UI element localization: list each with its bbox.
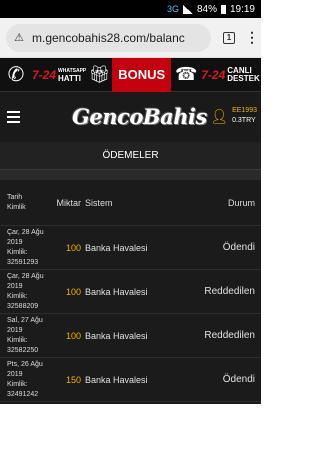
hamburger-menu-icon[interactable] bbox=[7, 111, 20, 123]
header-id: Kimlik bbox=[7, 203, 26, 211]
header-system: Sistem bbox=[85, 197, 113, 208]
row-status: Reddedilen bbox=[204, 330, 255, 341]
row-amount: 100 bbox=[65, 330, 81, 341]
header-status: Durum bbox=[227, 197, 255, 208]
header-amount: Miktar bbox=[56, 197, 82, 208]
table-row: Çar, 28 Ağu 2019 Kimlik: 32588209 100 Ba… bbox=[0, 270, 261, 314]
whatsapp-icon[interactable]: ✆ bbox=[0, 58, 32, 92]
clock: 19:19 bbox=[229, 3, 255, 15]
tab-switcher-button[interactable]: 1 bbox=[223, 31, 235, 44]
browser-toolbar: ⚠ m.gencobahis28.com/balanc 1 ⋮ bbox=[0, 18, 261, 58]
address-bar[interactable]: ⚠ m.gencobahis28.com/balanc bbox=[6, 23, 211, 52]
bonus-button[interactable]: BONUS bbox=[112, 57, 172, 92]
row-system: Banka Havalesi bbox=[85, 330, 148, 341]
whatsapp-line2: HATTI bbox=[58, 73, 81, 83]
site-logo[interactable]: GencoBahis bbox=[72, 104, 207, 129]
page-blank-area bbox=[0, 404, 261, 463]
url-text[interactable]: m.gencobahis28.com/balanc bbox=[32, 31, 185, 45]
user-icon: 👤︎ bbox=[210, 107, 229, 124]
row-system: Banka Havalesi bbox=[85, 242, 148, 253]
table-header: Tarih Kimlik Miktar Sistem Durum bbox=[0, 180, 261, 226]
signal-icon bbox=[182, 4, 193, 14]
row-id-label: Kimlik: bbox=[7, 380, 28, 388]
row-id: 32491242 bbox=[7, 390, 39, 398]
gift-icon[interactable]: 🎁︎ bbox=[86, 58, 112, 92]
row-amount: 100 bbox=[65, 286, 81, 297]
username: EE1993 bbox=[232, 107, 257, 114]
row-id-label: Kimlik: bbox=[7, 248, 28, 256]
balance: 0.3TRY bbox=[232, 117, 256, 124]
row-date: Çar, 28 Ağu 2019 bbox=[7, 272, 44, 290]
row-id-label: Kimlik: bbox=[7, 336, 28, 344]
whatsapp-link[interactable]: 7-24 WHATSAPP HATTI bbox=[32, 67, 86, 83]
row-date: Pts, 26 Ağu 2019 bbox=[7, 360, 43, 378]
row-amount: 150 bbox=[65, 374, 81, 385]
live-line2: DESTEK bbox=[227, 73, 260, 83]
row-id-label: Kimlik: bbox=[7, 292, 28, 300]
row-date: Sal, 27 Ağu 2019 bbox=[7, 316, 43, 334]
site-header: GencoBahis 👤︎ EE1993 0.3TRY bbox=[0, 92, 261, 142]
battery-icon bbox=[220, 4, 226, 14]
row-date: Çar, 28 Ağu 2019 bbox=[7, 228, 44, 246]
more-vert-icon[interactable]: ⋮ bbox=[245, 29, 259, 46]
row-system: Banka Havalesi bbox=[85, 286, 148, 297]
table-row: Sal, 27 Ağu 2019 Kimlik: 32582250 100 Ba… bbox=[0, 314, 261, 358]
row-status: Ödendi bbox=[222, 374, 255, 385]
withdrawals-table: Tarih Kimlik Miktar Sistem Durum Çar, 28… bbox=[0, 180, 261, 404]
table-row: Çar, 28 Ağu 2019 Kimlik: 32591293 100 Ba… bbox=[0, 226, 261, 270]
table-row: Pts, 26 Ağu 2019 Kimlik: 32491242 150 Ba… bbox=[0, 358, 261, 402]
row-id: 32591293 bbox=[7, 258, 39, 266]
row-status: Ödendi bbox=[222, 242, 255, 253]
user-account[interactable]: 👤︎ EE1993 0.3TRY bbox=[210, 106, 257, 126]
row-id: 32588209 bbox=[7, 302, 39, 310]
status-bar: 3G 84% 19:19 bbox=[0, 0, 261, 18]
phone-icon[interactable]: ☎ bbox=[171, 58, 201, 92]
row-status: Reddedilen bbox=[204, 286, 255, 297]
header-date: Tarih bbox=[7, 193, 23, 201]
page-title: ÖDEMELER bbox=[0, 142, 261, 170]
warning-icon[interactable]: ⚠ bbox=[12, 31, 26, 45]
promo-banner[interactable]: ✆ 7-24 WHATSAPP HATTI 🎁︎ BONUS ☎ 7-24 CA… bbox=[0, 57, 261, 92]
row-amount: 100 bbox=[65, 242, 81, 253]
network-indicator: 3G bbox=[166, 4, 179, 14]
row-id: 32582250 bbox=[7, 346, 39, 354]
battery-percent: 84% bbox=[196, 3, 217, 15]
row-system: Banka Havalesi bbox=[85, 374, 148, 385]
live-support-link[interactable]: 7-24 CANLI DESTEK bbox=[201, 66, 260, 83]
